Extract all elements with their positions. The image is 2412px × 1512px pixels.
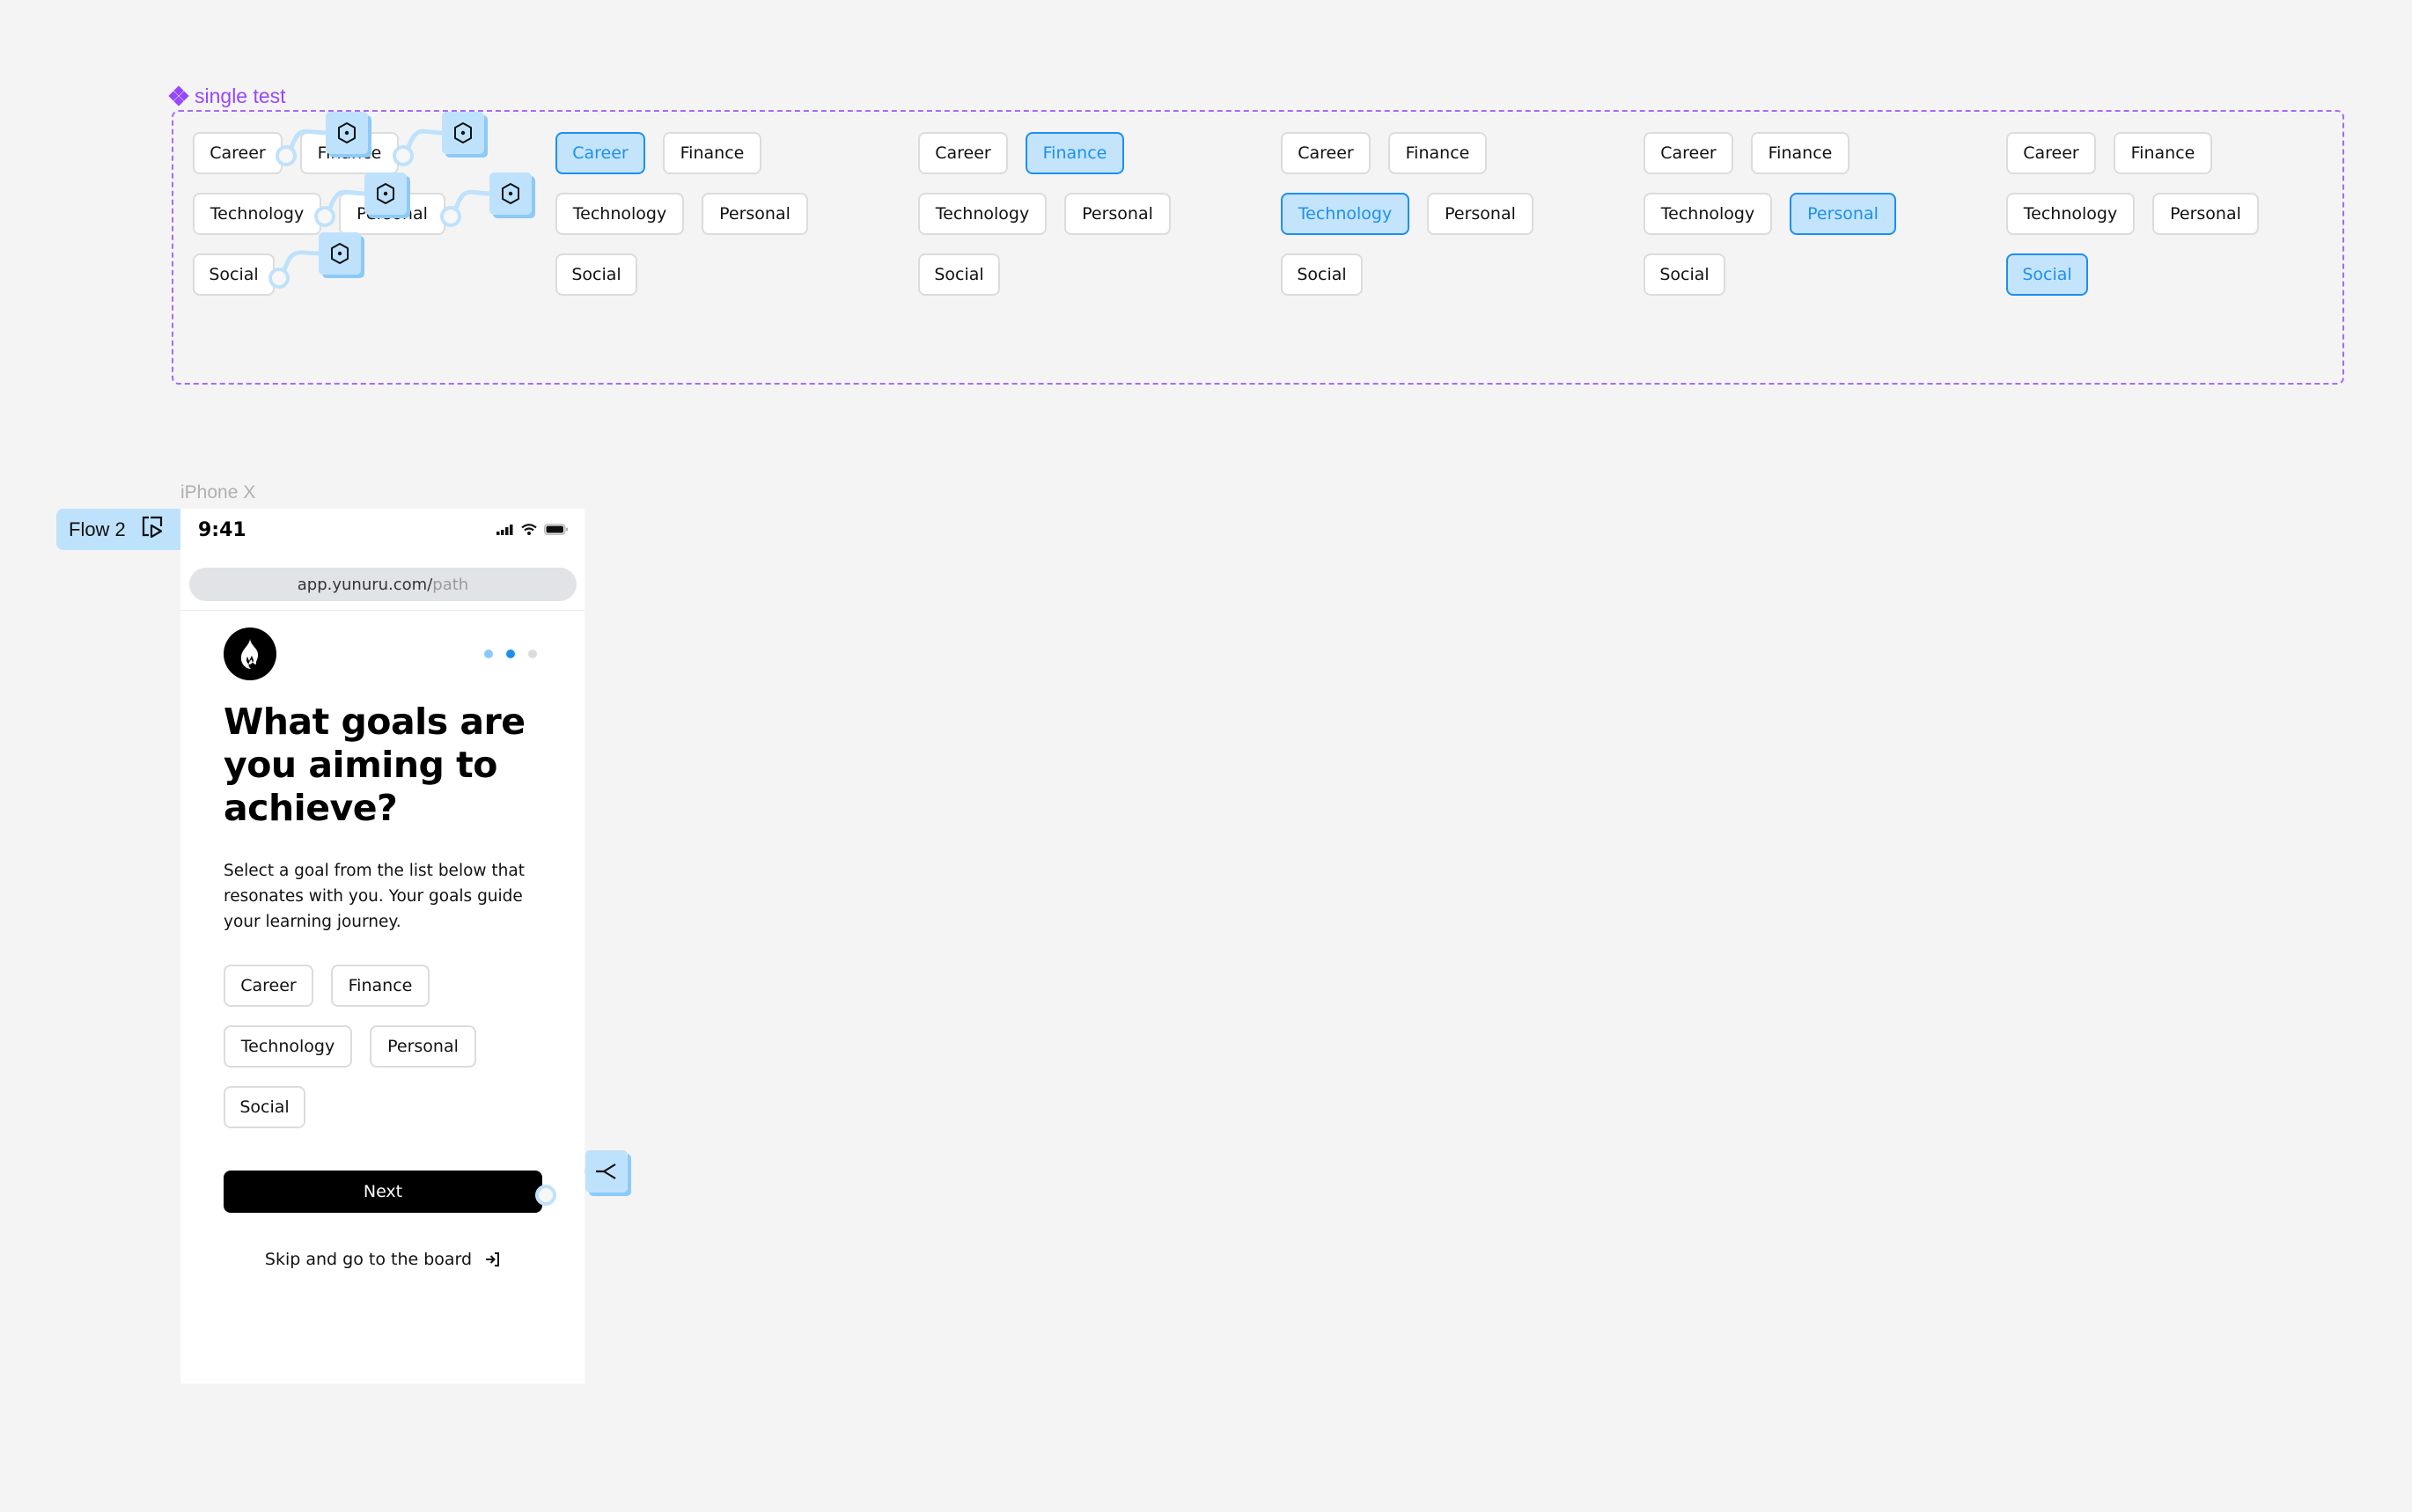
chip-personal[interactable]: Personal xyxy=(702,193,808,235)
progress-dots xyxy=(484,650,537,658)
chip-finance[interactable]: Finance xyxy=(1026,132,1124,174)
chip-technology[interactable]: Technology xyxy=(555,193,684,235)
progress-dot xyxy=(528,650,537,658)
component-hexagon-icon[interactable] xyxy=(319,232,361,275)
connection-origin-dot[interactable] xyxy=(535,1185,556,1206)
connection-origin-dot[interactable] xyxy=(314,206,335,227)
page-subtitle: Select a goal from the list below that r… xyxy=(224,862,525,931)
chip-social[interactable]: Social xyxy=(1644,253,1725,296)
next-button[interactable]: Next xyxy=(224,1171,542,1213)
header-divider xyxy=(180,610,585,611)
variant-finance[interactable]: Career Finance Technology Personal Social xyxy=(918,132,1253,299)
chip-technology[interactable]: Technology xyxy=(2006,193,2135,235)
skip-link[interactable]: Skip and go to the board xyxy=(180,1250,585,1269)
goal-options: Career Finance Technology Personal Social xyxy=(224,965,540,1132)
chip-finance[interactable]: Finance xyxy=(2114,132,2212,174)
chip-finance[interactable]: Finance xyxy=(1388,132,1487,174)
flow-starting-point[interactable]: Flow 2 xyxy=(56,509,180,550)
chip-career[interactable]: Career xyxy=(918,132,1008,174)
chip-social[interactable]: Social xyxy=(2006,253,2088,296)
wifi-icon xyxy=(521,524,537,535)
chip-career[interactable]: Career xyxy=(193,132,283,174)
variant-social[interactable]: Career Finance Technology Personal Social xyxy=(2006,132,2341,299)
connection-origin-dot[interactable] xyxy=(268,268,290,289)
chip-personal[interactable]: Personal xyxy=(1427,193,1533,235)
phone-frame: 9:41 app.yunuru.com/path What goals are … xyxy=(180,509,585,1384)
component-hexagon-icon[interactable] xyxy=(364,172,407,215)
cellular-signal-icon xyxy=(496,524,513,535)
device-frame-name: iPhone X xyxy=(180,482,256,503)
goal-chip-finance[interactable]: Finance xyxy=(331,965,430,1007)
variant-default[interactable]: CareerFinanceTechnologyPersonalSocial xyxy=(193,132,527,299)
chip-technology[interactable]: Technology xyxy=(918,193,1047,235)
flow-label: Flow 2 xyxy=(69,517,126,540)
chip-social[interactable]: Social xyxy=(918,253,1000,296)
component-set-label[interactable]: single test xyxy=(168,84,286,108)
flame-icon xyxy=(224,628,276,680)
chip-personal[interactable]: Personal xyxy=(2152,193,2259,235)
url-bar[interactable]: app.yunuru.com/path xyxy=(189,568,577,601)
battery-icon xyxy=(544,524,568,535)
goal-chip-social[interactable]: Social xyxy=(224,1086,305,1128)
chip-social[interactable]: Social xyxy=(193,253,275,296)
goal-chip-technology[interactable]: Technology xyxy=(224,1025,352,1068)
page-heading: What goals are you aiming to achieve? xyxy=(224,701,526,829)
chip-technology[interactable]: Technology xyxy=(193,193,321,235)
chip-technology[interactable]: Technology xyxy=(1281,193,1409,235)
chip-finance[interactable]: Finance xyxy=(663,132,761,174)
skip-label: Skip and go to the board xyxy=(264,1250,473,1269)
variant-personal[interactable]: Career Finance Technology Personal Social xyxy=(1644,132,1978,299)
component-set-icon xyxy=(168,85,189,106)
chip-technology[interactable]: Technology xyxy=(1644,193,1772,235)
component-set-name: single test xyxy=(195,84,286,107)
component-hexagon-icon[interactable] xyxy=(442,112,484,154)
goal-chip-personal[interactable]: Personal xyxy=(370,1025,476,1068)
sign-in-arrow-icon xyxy=(486,1252,500,1266)
chip-social[interactable]: Social xyxy=(1281,253,1363,296)
connection-origin-dot[interactable] xyxy=(440,206,461,227)
chip-personal[interactable]: Personal xyxy=(1064,193,1171,235)
progress-dot xyxy=(484,650,493,658)
chip-finance[interactable]: Finance xyxy=(1751,132,1849,174)
goal-chip-career[interactable]: Career xyxy=(224,965,313,1007)
variant-technology[interactable]: Career Finance Technology Personal Social xyxy=(1281,132,1615,299)
connection-origin-dot[interactable] xyxy=(276,145,297,166)
chip-career[interactable]: Career xyxy=(555,132,645,174)
chip-social[interactable]: Social xyxy=(555,253,637,296)
component-hexagon-icon[interactable] xyxy=(326,112,368,154)
component-hexagon-icon[interactable] xyxy=(489,172,532,215)
connection-origin-dot[interactable] xyxy=(393,145,414,166)
variant-career[interactable]: Career Finance Technology Personal Social xyxy=(555,132,890,299)
chip-personal[interactable]: Personal xyxy=(1790,193,1896,235)
status-icons xyxy=(496,524,569,535)
status-time: 9:41 xyxy=(198,519,246,541)
chip-career[interactable]: Career xyxy=(2006,132,2096,174)
url-domain: app.yunuru.com/ xyxy=(297,575,433,594)
play-flow-icon[interactable] xyxy=(142,516,165,544)
branch-icon[interactable] xyxy=(585,1150,628,1193)
chip-career[interactable]: Career xyxy=(1644,132,1733,174)
chip-career[interactable]: Career xyxy=(1281,132,1371,174)
progress-dot xyxy=(506,650,515,658)
url-path: path xyxy=(432,575,469,594)
